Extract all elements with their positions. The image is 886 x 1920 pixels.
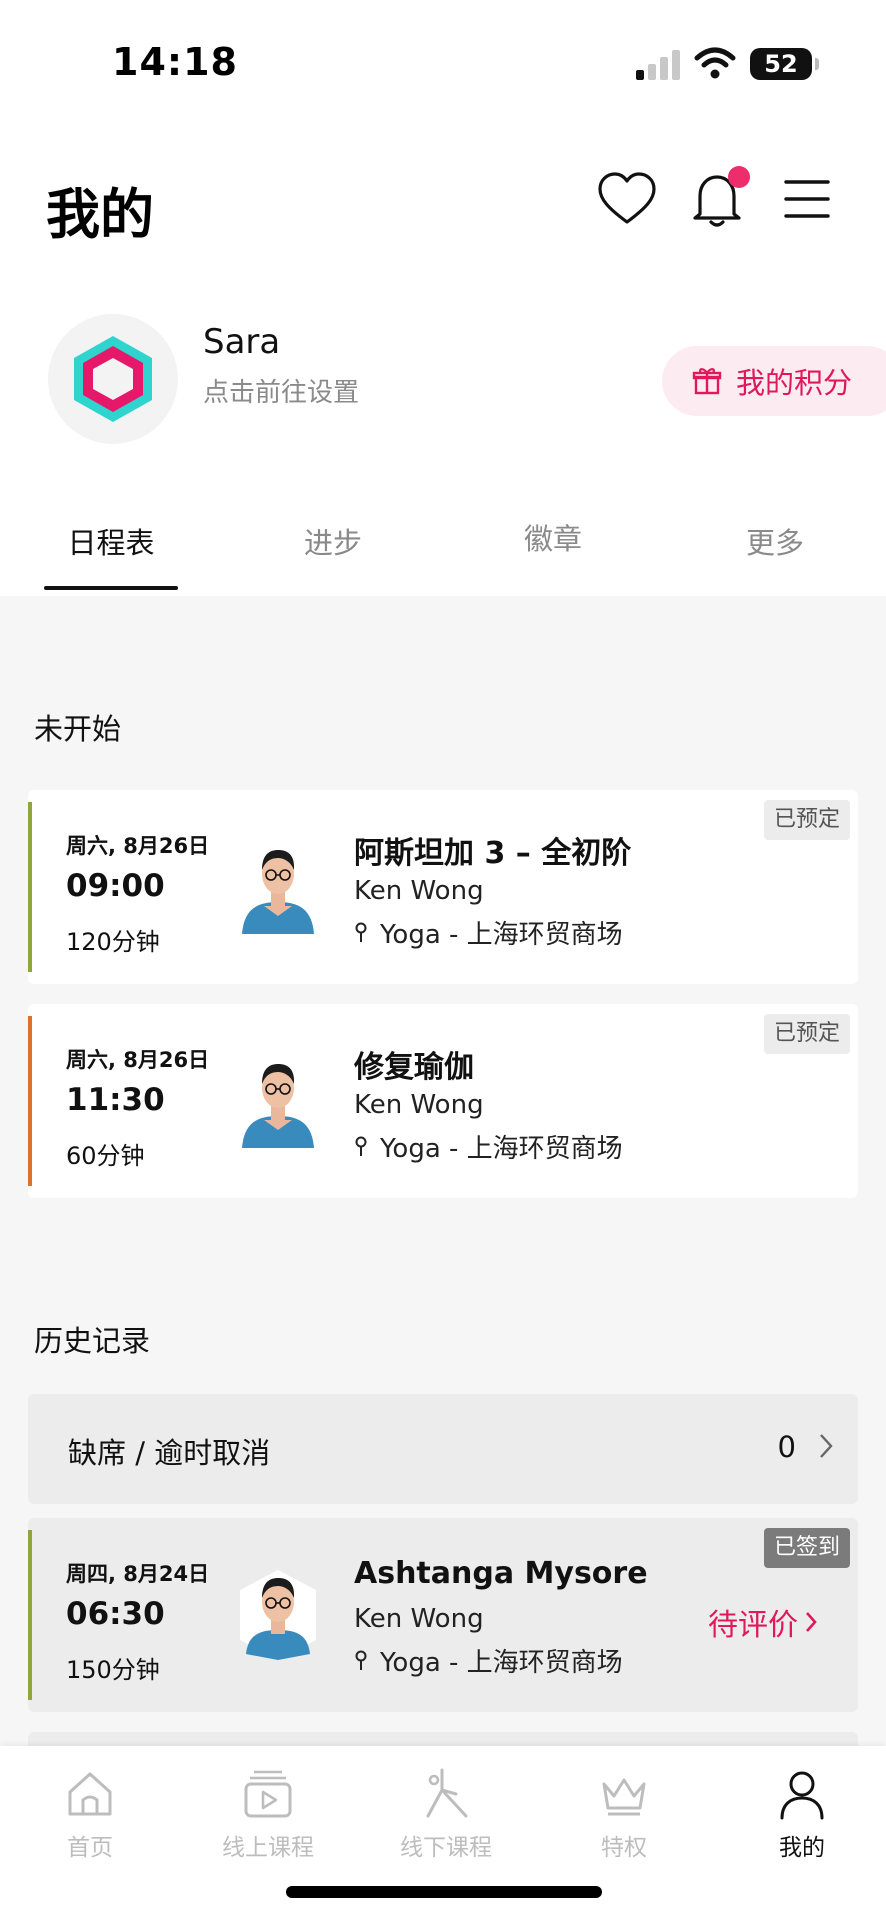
history-class-card[interactable]: 周四, 8月24日 06:30 150分钟 Ashtanga Mysore Ke… bbox=[28, 1518, 858, 1712]
status-bar: 14:18 52 bbox=[0, 0, 886, 110]
class-location: Yoga - 上海环贸商场 bbox=[354, 1642, 623, 1679]
location-text: Yoga - 上海环贸商场 bbox=[380, 1134, 623, 1164]
location-text: Yoga - 上海环贸商场 bbox=[380, 1648, 623, 1678]
nav-privileges[interactable]: 特权 bbox=[544, 1768, 704, 1862]
nav-offline-courses-label: 线下课程 bbox=[400, 1835, 492, 1861]
coach-photo bbox=[242, 1064, 314, 1148]
absence-label: 缺席 / 逾时取消 bbox=[68, 1436, 271, 1470]
location-pin-icon bbox=[355, 1650, 367, 1670]
pending-review-label: 待评价 bbox=[708, 1608, 798, 1643]
tab-badges[interactable]: 徽章 bbox=[478, 516, 628, 558]
location-pin-icon bbox=[355, 1136, 367, 1156]
status-badge: 已签到 bbox=[763, 1528, 850, 1568]
class-time: 09:00 bbox=[66, 868, 165, 904]
yoga-pose-icon bbox=[426, 1768, 468, 1818]
video-icon bbox=[244, 1770, 292, 1818]
battery-indicator: 52 bbox=[750, 48, 819, 80]
location-text: Yoga - 上海环贸商场 bbox=[380, 920, 623, 950]
tab-schedule[interactable]: 日程表 bbox=[36, 520, 186, 562]
hexagon-logo-icon bbox=[74, 336, 152, 422]
nav-privileges-label: 特权 bbox=[601, 1835, 647, 1861]
class-color-stripe bbox=[28, 1016, 32, 1186]
pending-review-link[interactable]: 待评价 bbox=[708, 1600, 818, 1644]
class-name: 修复瑜伽 bbox=[354, 1050, 474, 1085]
home-icon bbox=[68, 1772, 112, 1816]
class-color-stripe bbox=[28, 1530, 32, 1700]
status-time: 14:18 bbox=[112, 40, 238, 84]
tab-more[interactable]: 更多 bbox=[700, 520, 850, 562]
history-section-title: 历史记录 bbox=[34, 1324, 151, 1358]
class-duration: 60分钟 bbox=[66, 1142, 145, 1170]
coach-photo bbox=[240, 1570, 316, 1660]
absence-summary-row[interactable]: 缺席 / 逾时取消 0 bbox=[28, 1394, 858, 1504]
person-icon bbox=[780, 1771, 824, 1820]
crown-icon bbox=[602, 1778, 646, 1816]
class-time: 06:30 bbox=[66, 1596, 165, 1632]
user-name[interactable]: Sara bbox=[203, 322, 280, 362]
class-duration: 120分钟 bbox=[66, 928, 160, 956]
nav-online-courses-label: 线上课程 bbox=[222, 1835, 314, 1861]
nav-online-courses[interactable]: 线上课程 bbox=[188, 1768, 348, 1862]
chevron-right-icon bbox=[820, 1434, 833, 1458]
chevron-right-icon bbox=[806, 1612, 817, 1632]
settings-hint[interactable]: 点击前往设置 bbox=[203, 372, 359, 409]
notification-dot bbox=[728, 166, 750, 188]
my-points-button[interactable]: 我的积分 bbox=[662, 346, 886, 416]
menu-icon[interactable] bbox=[776, 168, 838, 230]
heart-icon[interactable] bbox=[596, 168, 658, 230]
class-card[interactable]: 周六, 8月26日 11:30 60分钟 修复瑜伽 Ken Wong Yoga … bbox=[28, 1004, 858, 1198]
class-location: Yoga - 上海环贸商场 bbox=[354, 914, 623, 951]
page-title: 我的 bbox=[46, 183, 154, 246]
active-tab-indicator bbox=[44, 586, 178, 590]
class-date: 周四, 8月24日 bbox=[66, 1562, 210, 1586]
class-date: 周六, 8月26日 bbox=[66, 1048, 210, 1072]
class-date: 周六, 8月26日 bbox=[66, 834, 210, 858]
class-duration: 150分钟 bbox=[66, 1656, 160, 1684]
my-points-label: 我的积分 bbox=[736, 366, 853, 400]
class-name: Ashtanga Mysore bbox=[354, 1556, 648, 1591]
status-badge: 已预定 bbox=[763, 1014, 850, 1054]
home-indicator bbox=[286, 1886, 602, 1898]
cellular-signal-icon bbox=[636, 48, 680, 80]
class-time: 11:30 bbox=[66, 1082, 165, 1118]
nav-home[interactable]: 首页 bbox=[10, 1768, 170, 1862]
nav-offline-courses[interactable]: 线下课程 bbox=[366, 1768, 526, 1862]
class-color-stripe bbox=[28, 802, 32, 972]
gift-icon bbox=[692, 368, 722, 395]
nav-home-label: 首页 bbox=[67, 1835, 113, 1861]
coach-name: Ken Wong bbox=[354, 1090, 484, 1120]
upcoming-section-title: 未开始 bbox=[34, 712, 122, 746]
absence-count: 0 bbox=[777, 1430, 796, 1464]
tab-progress[interactable]: 进步 bbox=[258, 520, 408, 562]
avatar[interactable] bbox=[48, 314, 178, 444]
coach-name: Ken Wong bbox=[354, 876, 484, 906]
status-badge: 已预定 bbox=[763, 800, 850, 840]
wifi-icon bbox=[694, 47, 736, 79]
nav-mine[interactable]: 我的 bbox=[722, 1768, 882, 1862]
class-location: Yoga - 上海环贸商场 bbox=[354, 1128, 623, 1165]
coach-photo bbox=[242, 850, 314, 934]
class-name: 阿斯坦加 3 – 全初阶 bbox=[354, 836, 632, 871]
coach-name: Ken Wong bbox=[354, 1604, 484, 1634]
location-pin-icon bbox=[355, 922, 367, 942]
class-card[interactable]: 周六, 8月26日 09:00 120分钟 阿斯坦加 3 – 全初阶 Ken W… bbox=[28, 790, 858, 984]
nav-mine-label: 我的 bbox=[779, 1835, 825, 1861]
